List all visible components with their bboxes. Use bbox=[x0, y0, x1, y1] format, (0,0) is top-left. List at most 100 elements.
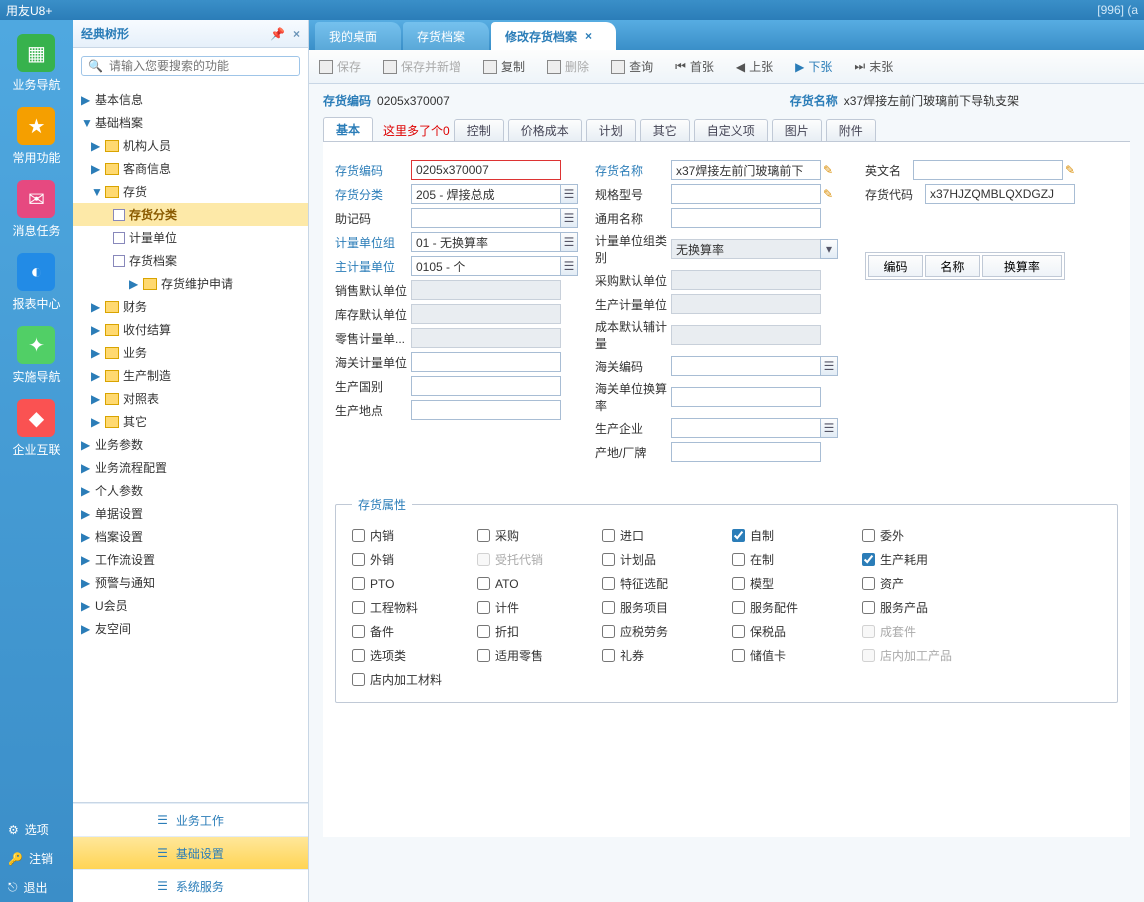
cb-input-计件[interactable] bbox=[477, 601, 490, 614]
cb-input-选项类[interactable] bbox=[352, 649, 365, 662]
cb-特征选配[interactable]: 特征选配 bbox=[602, 575, 732, 592]
sbtab-基础设置[interactable]: ☰基础设置 bbox=[73, 836, 308, 869]
cb-input-服务项目[interactable] bbox=[602, 601, 615, 614]
subtab-控制[interactable]: 控制 bbox=[454, 119, 504, 141]
cb-input-服务配件[interactable] bbox=[732, 601, 745, 614]
cb-input-在制[interactable] bbox=[732, 553, 745, 566]
fld-inp-海关计量单位[interactable] bbox=[411, 352, 561, 372]
fld-inp-海关单位换算率[interactable] bbox=[671, 387, 821, 407]
subtab-其它[interactable]: 其它 bbox=[640, 119, 690, 141]
lookup-btn[interactable]: ☰ bbox=[560, 184, 578, 204]
cb-input-折扣[interactable] bbox=[477, 625, 490, 638]
cb-input-模型[interactable] bbox=[732, 577, 745, 590]
nav-实施导航[interactable]: ✦实施导航 bbox=[12, 326, 60, 385]
tree-存货分类[interactable]: 存货分类 bbox=[73, 203, 308, 226]
cb-服务项目[interactable]: 服务项目 bbox=[602, 599, 732, 616]
cb-模型[interactable]: 模型 bbox=[732, 575, 862, 592]
lookup-btn[interactable]: ☰ bbox=[560, 208, 578, 228]
cb-input-服务产品[interactable] bbox=[862, 601, 875, 614]
tree-工作流设置[interactable]: ▶工作流设置 bbox=[73, 548, 308, 571]
tree-其它[interactable]: ▶其它 bbox=[73, 410, 308, 433]
cb-input-ATO[interactable] bbox=[477, 577, 490, 590]
cb-input-PTO[interactable] bbox=[352, 577, 365, 590]
tree-财务[interactable]: ▶财务 bbox=[73, 295, 308, 318]
cb-选项类[interactable]: 选项类 bbox=[352, 647, 477, 664]
cb-备件[interactable]: 备件 bbox=[352, 623, 477, 640]
cb-自制[interactable]: 自制 bbox=[732, 527, 862, 544]
cb-外销[interactable]: 外销 bbox=[352, 551, 477, 568]
nav-业务导航[interactable]: ▦业务导航 bbox=[12, 34, 60, 93]
cb-店内加工材料[interactable]: 店内加工材料 bbox=[352, 671, 477, 688]
tree-存货维护申请[interactable]: ▶存货维护申请 bbox=[73, 272, 308, 295]
sbtab-业务工作[interactable]: ☰业务工作 bbox=[73, 803, 308, 836]
nav-报表中心[interactable]: ◐报表中心 bbox=[12, 253, 60, 312]
tree-业务[interactable]: ▶业务 bbox=[73, 341, 308, 364]
cb-计划品[interactable]: 计划品 bbox=[602, 551, 732, 568]
tree-机构人员[interactable]: ▶机构人员 bbox=[73, 134, 308, 157]
fld-inp-产地/厂牌[interactable] bbox=[671, 442, 821, 462]
fld-inp-海关编码[interactable] bbox=[671, 356, 821, 376]
cb-input-自制[interactable] bbox=[732, 529, 745, 542]
fld-inp-存货分类[interactable] bbox=[411, 184, 561, 204]
fld-inp-存货编码[interactable] bbox=[411, 160, 561, 180]
cb-input-礼券[interactable] bbox=[602, 649, 615, 662]
tree-计量单位[interactable]: 计量单位 bbox=[73, 226, 308, 249]
fld-inp-生产企业[interactable] bbox=[671, 418, 821, 438]
tree-基础档案[interactable]: ▼基础档案 bbox=[73, 111, 308, 134]
nav-企业互联[interactable]: ◆企业互联 bbox=[12, 399, 60, 458]
pin-icon[interactable]: 📌 bbox=[270, 27, 285, 41]
fld-inp-存货名称[interactable] bbox=[671, 160, 821, 180]
cb-input-特征选配[interactable] bbox=[602, 577, 615, 590]
fld-inp-生产国别[interactable] bbox=[411, 376, 561, 396]
tree-客商信息[interactable]: ▶客商信息 bbox=[73, 157, 308, 180]
cb-工程物料[interactable]: 工程物料 bbox=[352, 599, 477, 616]
cb-input-工程物料[interactable] bbox=[352, 601, 365, 614]
tree-单据设置[interactable]: ▶单据设置 bbox=[73, 502, 308, 525]
tree-业务参数[interactable]: ▶业务参数 bbox=[73, 433, 308, 456]
edit-icon[interactable]: ✎ bbox=[823, 163, 833, 177]
tree-对照表[interactable]: ▶对照表 bbox=[73, 387, 308, 410]
cb-input-进口[interactable] bbox=[602, 529, 615, 542]
fld-inp-计量单位组[interactable] bbox=[411, 232, 561, 252]
cb-input-店内加工材料[interactable] bbox=[352, 673, 365, 686]
search-input[interactable] bbox=[109, 59, 293, 73]
lookup-btn[interactable]: ☰ bbox=[560, 256, 578, 276]
cb-内销[interactable]: 内销 bbox=[352, 527, 477, 544]
cb-ATO[interactable]: ATO bbox=[477, 575, 602, 592]
bot-注销[interactable]: 🔑注销 bbox=[0, 844, 73, 873]
tree-基本信息[interactable]: ▶基本信息 bbox=[73, 88, 308, 111]
cb-计件[interactable]: 计件 bbox=[477, 599, 602, 616]
fld-inp-通用名称[interactable] bbox=[671, 208, 821, 228]
fld-inp-主计量单位[interactable] bbox=[411, 256, 561, 276]
cb-input-资产[interactable] bbox=[862, 577, 875, 590]
cb-input-外销[interactable] bbox=[352, 553, 365, 566]
tbtn-查询[interactable]: 查询 bbox=[611, 58, 653, 75]
tree-个人参数[interactable]: ▶个人参数 bbox=[73, 479, 308, 502]
tree-存货[interactable]: ▼存货 bbox=[73, 180, 308, 203]
cb-在制[interactable]: 在制 bbox=[732, 551, 862, 568]
cb-采购[interactable]: 采购 bbox=[477, 527, 602, 544]
subtab-基本[interactable]: 基本 bbox=[323, 117, 373, 141]
cb-input-保税品[interactable] bbox=[732, 625, 745, 638]
sbtab-系统服务[interactable]: ☰系统服务 bbox=[73, 869, 308, 902]
cb-input-生产耗用[interactable] bbox=[862, 553, 875, 566]
cb-input-采购[interactable] bbox=[477, 529, 490, 542]
bot-退出[interactable]: ⎋退出 bbox=[0, 873, 73, 902]
cb-储值卡[interactable]: 储值卡 bbox=[732, 647, 862, 664]
tree-业务流程配置[interactable]: ▶业务流程配置 bbox=[73, 456, 308, 479]
cb-input-内销[interactable] bbox=[352, 529, 365, 542]
cb-服务产品[interactable]: 服务产品 bbox=[862, 599, 1012, 616]
cb-PTO[interactable]: PTO bbox=[352, 575, 477, 592]
cb-input-计划品[interactable] bbox=[602, 553, 615, 566]
subtab-计划[interactable]: 计划 bbox=[586, 119, 636, 141]
cb-input-备件[interactable] bbox=[352, 625, 365, 638]
cb-资产[interactable]: 资产 bbox=[862, 575, 1012, 592]
tree-收付结算[interactable]: ▶收付结算 bbox=[73, 318, 308, 341]
edit-icon[interactable]: ✎ bbox=[823, 187, 833, 201]
tab-存货档案[interactable]: 存货档案 bbox=[403, 22, 489, 50]
cb-生产耗用[interactable]: 生产耗用 bbox=[862, 551, 1012, 568]
cb-委外[interactable]: 委外 bbox=[862, 527, 1012, 544]
dropdown-btn[interactable]: ▾ bbox=[820, 239, 838, 259]
tree-U会员[interactable]: ▶U会员 bbox=[73, 594, 308, 617]
lookup-btn[interactable]: ☰ bbox=[820, 418, 838, 438]
